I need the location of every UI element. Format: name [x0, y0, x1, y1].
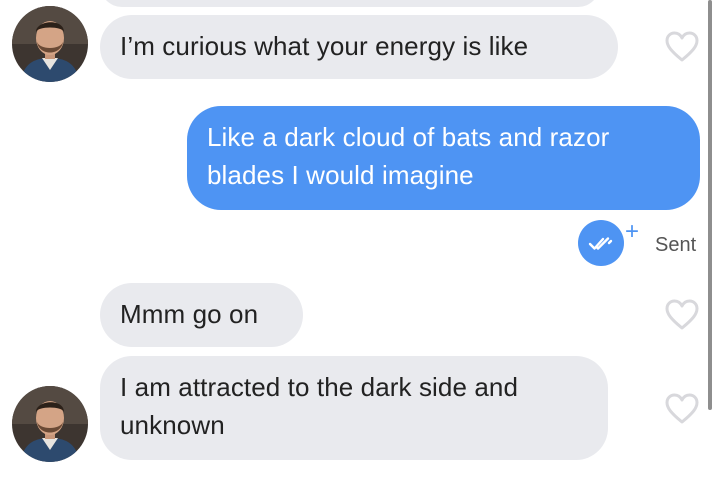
sent-status-label: Sent: [655, 234, 697, 256]
delivery-status: + Sent: [578, 220, 708, 268]
like-heart-icon[interactable]: [665, 299, 699, 331]
like-heart-icon[interactable]: [665, 31, 699, 63]
message-bubble-received[interactable]: I’m curious what your energy is like: [100, 15, 618, 79]
contact-avatar[interactable]: [12, 6, 88, 82]
message-text: I’m curious what your energy is like: [120, 31, 529, 61]
plus-badge-icon: +: [625, 218, 640, 245]
message-bubble-sent[interactable]: Like a dark cloud of bats and razor blad…: [187, 106, 700, 210]
message-text: Mmm go on: [120, 299, 259, 329]
message-text: I am attracted to the dark side and unkn…: [120, 372, 519, 440]
message-bubble-received[interactable]: Mmm go on: [100, 283, 303, 347]
contact-avatar[interactable]: [12, 386, 88, 462]
avatar-photo: [12, 6, 88, 82]
double-check-icon: [578, 220, 624, 266]
message-text: Like a dark cloud of bats and razor blad…: [207, 122, 610, 190]
message-bubble-received[interactable]: I am attracted to the dark side and unkn…: [100, 356, 608, 460]
avatar-photo: [12, 386, 88, 462]
scrollbar[interactable]: [708, 0, 712, 410]
previous-message-bubble: [100, 0, 600, 7]
like-heart-icon[interactable]: [665, 393, 699, 425]
